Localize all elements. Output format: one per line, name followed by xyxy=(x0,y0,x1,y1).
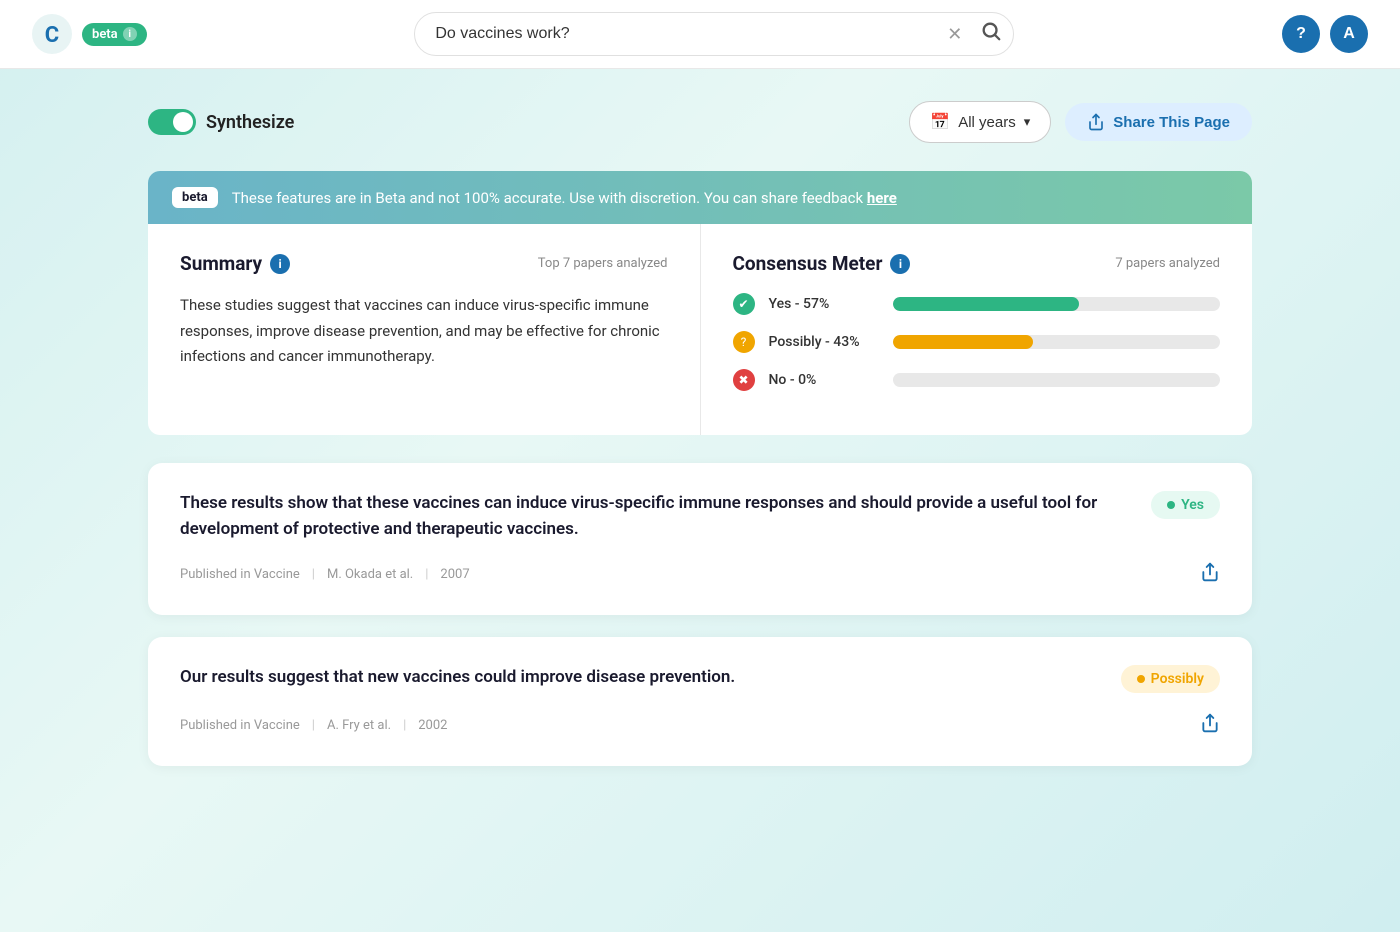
result-year-0: 2007 xyxy=(440,567,469,582)
summary-text: These studies suggest that vaccines can … xyxy=(180,293,668,370)
user-avatar-button[interactable]: A xyxy=(1330,15,1368,53)
beta-badge-label: beta xyxy=(92,27,118,42)
share-result-button-0[interactable] xyxy=(1200,562,1220,587)
search-icon xyxy=(980,20,1002,42)
meter-indicator-no: ✖ xyxy=(733,369,755,391)
beta-banner-message: These features are in Beta and not 100% … xyxy=(232,189,897,207)
summary-info-icon[interactable]: i xyxy=(270,254,290,274)
toolbar-right: 📅 All years ▾ Share This Page xyxy=(909,101,1252,143)
meter-row-no: ✖ No - 0% xyxy=(733,369,1221,391)
share-page-button[interactable]: Share This Page xyxy=(1065,103,1252,141)
main-content: Synthesize 📅 All years ▾ Share This Page… xyxy=(100,69,1300,820)
toolbar-row: Synthesize 📅 All years ▾ Share This Page xyxy=(148,101,1252,143)
beta-banner: beta These features are in Beta and not … xyxy=(148,171,1252,224)
search-clear-button[interactable]: ✕ xyxy=(947,25,962,43)
meter-bar-bg-no xyxy=(893,373,1221,387)
help-button[interactable]: ? xyxy=(1282,15,1320,53)
logo-icon: C xyxy=(32,14,72,54)
meter-indicator-possibly: ? xyxy=(733,331,755,353)
verdict-label-1: Possibly xyxy=(1151,671,1204,687)
meter-indicator-yes: ✔ xyxy=(733,293,755,315)
result-authors-0: M. Okada et al. xyxy=(327,567,413,582)
separator2-1: | xyxy=(403,718,406,733)
verdict-badge-0: Yes xyxy=(1151,491,1220,519)
synthesize-label: Synthesize xyxy=(206,112,294,133)
consensus-info-icon[interactable]: i xyxy=(890,254,910,274)
separator2-0: | xyxy=(425,567,428,582)
meter-label-no: No - 0% xyxy=(769,372,879,388)
search-input[interactable] xyxy=(414,12,1014,56)
search-button[interactable] xyxy=(980,20,1002,48)
summary-consensus-card: Summary i Top 7 papers analyzed These st… xyxy=(148,224,1252,435)
beta-banner-badge: beta xyxy=(172,187,218,208)
result-journal-0: Published in Vaccine xyxy=(180,567,300,582)
beta-badge: beta i xyxy=(82,23,147,46)
svg-text:C: C xyxy=(45,23,59,48)
result-text-0: These results show that these vaccines c… xyxy=(180,491,1131,542)
meter-bar-fill-yes xyxy=(893,297,1080,311)
result-journal-1: Published in Vaccine xyxy=(180,718,300,733)
share-icon xyxy=(1087,113,1105,131)
share-page-label: Share This Page xyxy=(1113,114,1230,131)
nav-icons: ? A xyxy=(1282,15,1368,53)
verdict-dot-1 xyxy=(1137,675,1145,683)
synthesize-toggle: Synthesize xyxy=(148,109,294,135)
meter-bar-fill-possibly xyxy=(893,335,1034,349)
consensus-header: Consensus Meter i 7 papers analyzed xyxy=(733,252,1221,275)
chevron-down-icon: ▾ xyxy=(1024,114,1031,130)
result-card-header-0: These results show that these vaccines c… xyxy=(180,491,1220,542)
result-card-header-1: Our results suggest that new vaccines co… xyxy=(180,665,1220,693)
summary-title: Summary i xyxy=(180,252,290,275)
consensus-meters: ✔ Yes - 57% ? Possibly - 43% ✖ No - 0% xyxy=(733,293,1221,391)
summary-meta: Top 7 papers analyzed xyxy=(538,256,668,271)
verdict-dot-0 xyxy=(1167,501,1175,509)
navbar: C beta i ✕ ? A xyxy=(0,0,1400,69)
separator-0: | xyxy=(312,567,315,582)
consensus-title: Consensus Meter i xyxy=(733,252,911,275)
share-result-button-1[interactable] xyxy=(1200,713,1220,738)
share-result-icon-1 xyxy=(1200,713,1220,733)
calendar-icon: 📅 xyxy=(930,112,950,132)
meter-bar-bg-yes xyxy=(893,297,1221,311)
verdict-badge-1: Possibly xyxy=(1121,665,1220,693)
all-years-button[interactable]: 📅 All years ▾ xyxy=(909,101,1051,143)
consensus-meta: 7 papers analyzed xyxy=(1115,256,1220,271)
meter-bar-bg-possibly xyxy=(893,335,1221,349)
all-years-label: All years xyxy=(958,114,1016,131)
result-meta-0: Published in Vaccine | M. Okada et al. |… xyxy=(180,567,470,582)
summary-panel: Summary i Top 7 papers analyzed These st… xyxy=(148,224,701,435)
result-text-1: Our results suggest that new vaccines co… xyxy=(180,665,1101,691)
result-card-1: Our results suggest that new vaccines co… xyxy=(148,637,1252,766)
logo-area: C beta i xyxy=(32,14,147,54)
result-card-footer-1: Published in Vaccine | A. Fry et al. | 2… xyxy=(180,713,1220,738)
share-result-icon-0 xyxy=(1200,562,1220,582)
synthesize-toggle-switch[interactable] xyxy=(148,109,196,135)
consensus-panel: Consensus Meter i 7 papers analyzed ✔ Ye… xyxy=(701,224,1253,435)
result-card-footer-0: Published in Vaccine | M. Okada et al. |… xyxy=(180,562,1220,587)
result-cards-container: These results show that these vaccines c… xyxy=(148,463,1252,766)
result-meta-1: Published in Vaccine | A. Fry et al. | 2… xyxy=(180,718,447,733)
meter-row-yes: ✔ Yes - 57% xyxy=(733,293,1221,315)
beta-info-icon: i xyxy=(123,27,137,41)
search-bar-wrapper: ✕ xyxy=(414,12,1014,56)
result-authors-1: A. Fry et al. xyxy=(327,718,391,733)
verdict-label-0: Yes xyxy=(1181,497,1204,513)
result-card-0: These results show that these vaccines c… xyxy=(148,463,1252,615)
meter-label-yes: Yes - 57% xyxy=(769,296,879,312)
meter-label-possibly: Possibly - 43% xyxy=(769,334,879,350)
result-year-1: 2002 xyxy=(418,718,447,733)
feedback-link[interactable]: here xyxy=(867,189,897,207)
meter-row-possibly: ? Possibly - 43% xyxy=(733,331,1221,353)
summary-header: Summary i Top 7 papers analyzed xyxy=(180,252,668,275)
separator-1: | xyxy=(312,718,315,733)
